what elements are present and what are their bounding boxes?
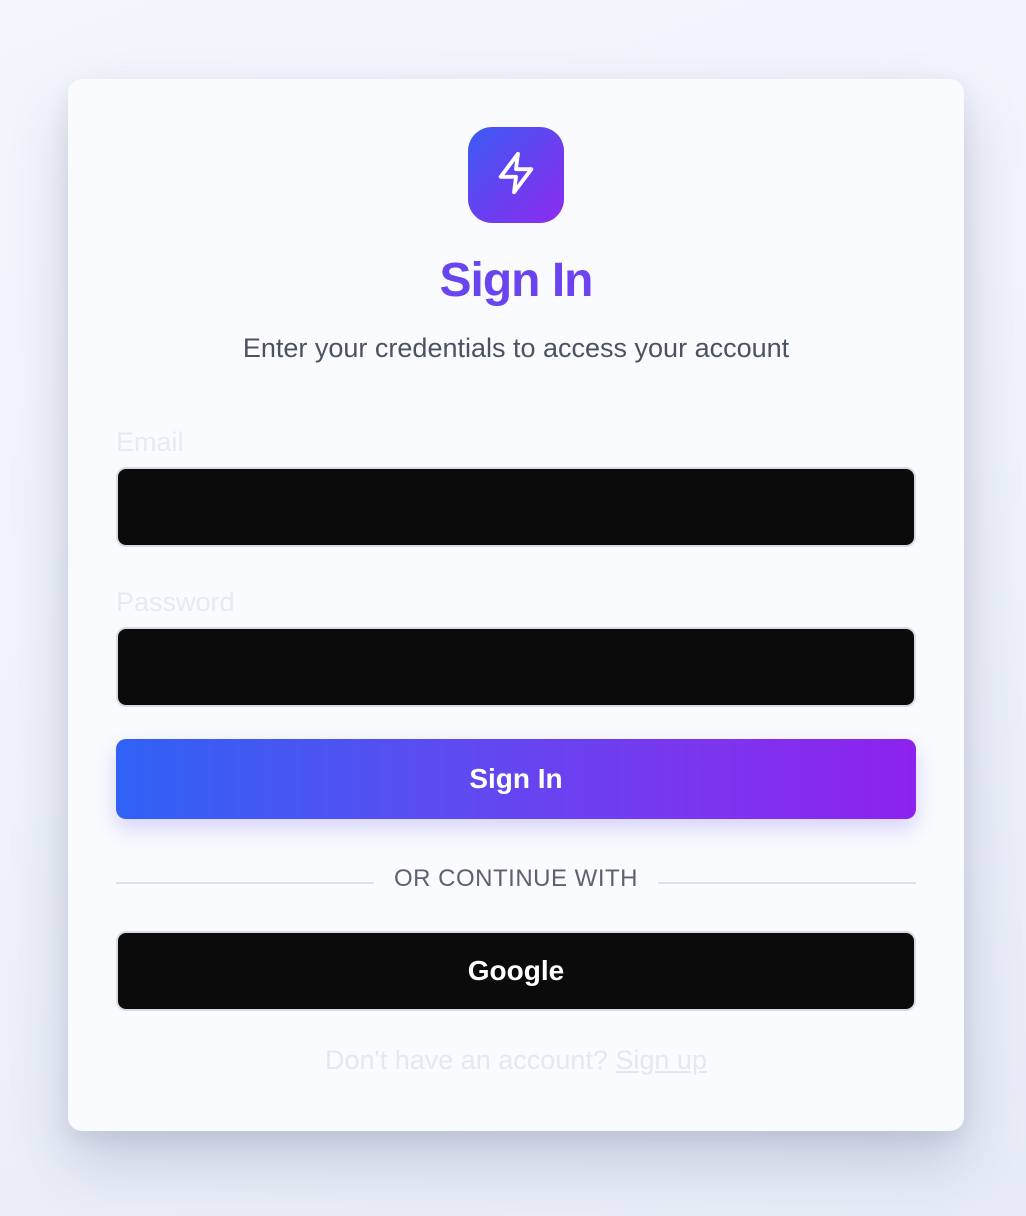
email-label: Email [116, 427, 184, 457]
signup-prompt: Don't have an account? Sign up [68, 1045, 964, 1076]
page-title: Sign In [68, 254, 964, 308]
page-subtitle: Enter your credentials to access your ac… [242, 333, 790, 363]
password-field[interactable] [116, 627, 916, 707]
signup-link[interactable]: Sign up [615, 1045, 707, 1075]
lightning-bolt-icon [493, 150, 539, 201]
google-sign-in-button[interactable]: Google [116, 931, 916, 1011]
sign-in-button[interactable]: Sign In [116, 739, 916, 819]
divider-text: OR CONTINUE WITH [374, 865, 658, 893]
divider-line-left [116, 882, 374, 884]
app-logo [468, 127, 564, 223]
sign-in-card: Sign In Enter your credentials to access… [68, 79, 964, 1131]
signup-prompt-text: Don't have an account? [325, 1045, 608, 1075]
email-field[interactable] [116, 467, 916, 547]
password-label: Password [116, 587, 235, 617]
divider-line-right [658, 882, 916, 884]
